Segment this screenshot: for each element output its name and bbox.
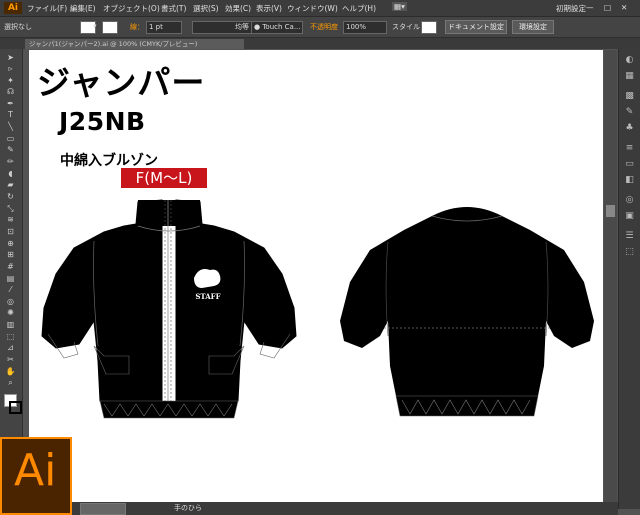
type-tool-icon[interactable]: T [4, 110, 17, 119]
menu-edit[interactable]: 編集(E) [70, 3, 96, 14]
mesh-tool-icon[interactable]: # [4, 262, 17, 271]
product-description: 中綿入ブルゾン [60, 153, 158, 169]
rotate-tool-icon[interactable]: ↻ [4, 192, 17, 201]
symbols-panel-icon[interactable]: ♣ [624, 123, 635, 133]
selection-status: 選択なし [4, 23, 32, 31]
illustrator-logo-text: Ai [14, 445, 57, 496]
app-logo: Ai [4, 2, 22, 14]
document-settings-button[interactable]: ドキュメント設定 [445, 20, 507, 34]
layers-panel-icon[interactable]: ☰ [624, 231, 635, 241]
arrange-documents-icon[interactable]: ▦▾ [392, 2, 407, 11]
menu-file[interactable]: ファイル(F) [27, 3, 67, 14]
color-guide-icon[interactable]: ▦ [624, 71, 635, 81]
vertical-scrollbar[interactable] [604, 50, 617, 502]
jacket-front-illustration: STAFF [41, 199, 297, 419]
opacity-field[interactable]: 100% [343, 21, 387, 34]
brush-dropdown[interactable]: ● Touch Ca... [251, 21, 303, 34]
brush-tool-icon[interactable]: ✎ [4, 145, 17, 154]
stroke-label[interactable]: 線： [130, 22, 144, 32]
jacket-back-illustration [340, 207, 594, 417]
rectangle-tool-icon[interactable]: ▭ [4, 134, 17, 143]
gradient-panel-icon[interactable]: ▭ [624, 159, 635, 169]
brushes-panel-icon[interactable]: ✎ [624, 107, 635, 117]
pencil-tool-icon[interactable]: ✏ [4, 157, 17, 166]
direct-selection-tool-icon[interactable]: ▹ [4, 64, 17, 73]
gradient-tool-icon[interactable]: ▤ [4, 274, 17, 283]
menu-effect[interactable]: 効果(C) [225, 3, 251, 14]
style-swatch[interactable] [421, 21, 437, 34]
shape-builder-tool-icon[interactable]: ⊕ [4, 239, 17, 248]
tools-panel: ➤ ▹ ✦ ☊ ✒ T ╲ ▭ ✎ ✏ ◖ ▰ ↻ ⤡ ≋ ⊡ ⊕ ⊞ # ▤ … [0, 49, 23, 489]
slice-tool-icon[interactable]: ⊿ [4, 343, 17, 352]
menu-type[interactable]: 書式(T) [161, 3, 186, 14]
menu-help[interactable]: ヘルプ(H) [342, 3, 376, 14]
zoom-tool-icon[interactable]: ⌕ [4, 378, 17, 387]
blob-brush-tool-icon[interactable]: ◖ [4, 169, 17, 178]
blend-tool-icon[interactable]: ◎ [4, 297, 17, 306]
tab-document[interactable]: ジャンパ1(ジャンパー2).ai @ 100% (CMYK/プレビュー) [25, 39, 244, 49]
artboard-tool-icon[interactable]: ⬚ [4, 332, 17, 341]
line-tool-icon[interactable]: ╲ [4, 122, 17, 131]
vertical-scroll-thumb[interactable] [606, 205, 615, 217]
size-badge: F(M〜L) [121, 168, 207, 188]
zoom-field[interactable] [80, 503, 126, 515]
menu-select[interactable]: 選択(S) [193, 3, 219, 14]
color-panel-icon[interactable]: ◐ [624, 55, 635, 65]
stroke-color-icon[interactable] [9, 401, 22, 414]
transparency-panel-icon[interactable]: ◧ [624, 175, 635, 185]
menu-bar: Ai ファイル(F) 編集(E) オブジェクト(O) 書式(T) 選択(S) 効… [0, 0, 640, 17]
hand-tool-icon[interactable]: ✋ [4, 367, 17, 376]
control-bar: 選択なし ▾ 線： 1 pt 均等 ● Touch Ca... 不透明度 100… [0, 17, 640, 38]
panel-dock: ◐ ▦ ▩ ✎ ♣ ≡ ▭ ◧ ◎ ▣ ☰ ⬚ [618, 49, 640, 509]
magic-wand-tool-icon[interactable]: ✦ [4, 76, 17, 85]
maximize-icon[interactable]: □ [604, 3, 611, 12]
graphic-styles-panel-icon[interactable]: ▣ [624, 211, 635, 221]
pen-tool-icon[interactable]: ✒ [4, 99, 17, 108]
warp-tool-icon[interactable]: ≋ [4, 215, 17, 224]
opacity-label[interactable]: 不透明度 [310, 22, 338, 32]
product-code: J25NB [59, 107, 146, 136]
eraser-tool-icon[interactable]: ▰ [4, 180, 17, 189]
staff-logo-text: STAFF [195, 292, 220, 301]
preferences-button[interactable]: 環境設定 [512, 20, 554, 34]
lasso-tool-icon[interactable]: ☊ [4, 87, 17, 96]
stroke-panel-icon[interactable]: ≡ [624, 143, 635, 153]
eraser-scissors-tool-icon[interactable]: ✂ [4, 355, 17, 364]
eyedropper-tool-icon[interactable]: ⁄ [4, 285, 17, 294]
fill-dropdown-icon[interactable]: ▾ [93, 22, 97, 30]
menu-object[interactable]: オブジェクト(O) [103, 3, 160, 14]
menu-window[interactable]: ウィンドウ(W) [287, 3, 338, 14]
workspace-switcher[interactable]: 初期設定 [556, 3, 586, 14]
scale-tool-icon[interactable]: ⤡ [4, 204, 17, 213]
graph-tool-icon[interactable]: ▥ [4, 320, 17, 329]
menu-view[interactable]: 表示(V) [256, 3, 282, 14]
swatches-panel-icon[interactable]: ▩ [624, 91, 635, 101]
free-transform-tool-icon[interactable]: ⊡ [4, 227, 17, 236]
perspective-grid-tool-icon[interactable]: ⊞ [4, 250, 17, 259]
selection-tool-icon[interactable]: ➤ [4, 53, 17, 62]
brush-name: Touch Ca... [262, 23, 301, 31]
close-icon[interactable]: ✕ [621, 3, 627, 12]
status-tool-name[interactable]: 手のひら [174, 503, 202, 513]
stroke-swatch[interactable] [102, 21, 118, 34]
stroke-profile-dropdown[interactable]: 均等 [192, 21, 252, 34]
artboards-panel-icon[interactable]: ⬚ [624, 247, 635, 257]
garment-title: ジャンパー [37, 63, 206, 102]
minimize-icon[interactable]: — [586, 3, 594, 12]
symbol-sprayer-tool-icon[interactable]: ✺ [4, 308, 17, 317]
appearance-panel-icon[interactable]: ◎ [624, 195, 635, 205]
stroke-weight-field[interactable]: 1 pt [146, 21, 182, 34]
